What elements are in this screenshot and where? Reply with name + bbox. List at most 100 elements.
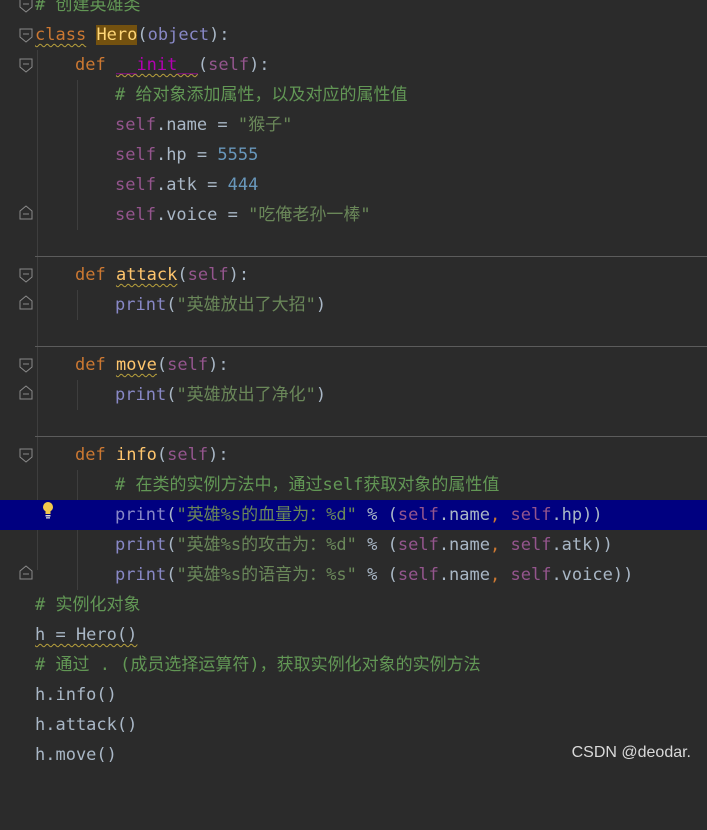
function-name: move	[115, 355, 157, 375]
fold-end-marker-icon[interactable]	[19, 205, 33, 220]
operator: % (	[356, 565, 398, 585]
method-separator	[35, 346, 707, 347]
string-literal: 的血量为：	[241, 505, 327, 525]
comment: # 实例化对象	[35, 595, 141, 615]
close-paren: ))	[582, 505, 603, 525]
function-name: info	[115, 445, 157, 465]
code-line[interactable]: # 在类的实例方法中，通过self获取对象的属性值	[0, 470, 707, 500]
code-line[interactable]: print("英雄%s的攻击为：%d" % (self.name, self.a…	[0, 530, 707, 560]
attribute: .atk	[155, 175, 197, 195]
attribute: .voice	[155, 205, 218, 225]
attribute: .name	[155, 115, 208, 135]
code-line[interactable]: # 给对象添加属性，以及对应的属性值	[0, 80, 707, 110]
code-line[interactable]: print("英雄放出了大招")	[0, 290, 707, 320]
code-line[interactable]: self.voice = "吃俺老孙一棒"	[0, 200, 707, 230]
keyword: def	[75, 355, 106, 375]
code-line[interactable]: self.name = "猴子"	[0, 110, 707, 140]
fold-marker-icon[interactable]	[19, 358, 33, 373]
string-literal: "猴子"	[237, 115, 293, 135]
code-line[interactable]: self.hp = 5555	[0, 140, 707, 170]
self-keyword: self	[397, 535, 439, 555]
string-literal: 的攻击为：	[241, 535, 327, 555]
fold-marker-icon[interactable]	[19, 28, 33, 43]
self-keyword: self	[510, 505, 552, 525]
fold-marker-icon[interactable]	[19, 58, 33, 73]
code-line[interactable]: print("英雄放出了净化")	[0, 380, 707, 410]
code-line[interactable]: # 通过 . (成员选择运算符)，获取实例化对象的实例方法	[0, 650, 707, 680]
self-keyword: self	[510, 535, 552, 555]
param: self	[167, 355, 209, 375]
fold-end-marker-icon[interactable]	[19, 295, 33, 310]
fold-marker-icon[interactable]	[19, 268, 33, 283]
string-literal: "英雄放出了净化"	[176, 385, 316, 405]
comma: ,	[490, 535, 511, 555]
param: self	[187, 265, 229, 285]
fold-marker-icon[interactable]	[19, 448, 33, 463]
builtin-function: print	[115, 385, 167, 405]
operator: % (	[356, 505, 398, 525]
string-literal: "	[346, 505, 357, 525]
code-line[interactable]: h = Hero()	[0, 620, 707, 650]
string-literal: "英雄	[176, 505, 221, 525]
attribute: .voice	[551, 565, 613, 585]
code-line[interactable]: h.info()	[0, 680, 707, 710]
attribute: .name	[438, 565, 490, 585]
self-keyword: self	[397, 505, 439, 525]
number-literal: 444	[227, 175, 259, 195]
format-spec: %s	[326, 565, 347, 585]
attribute: .hp	[551, 505, 583, 525]
code-line[interactable]: print("英雄%s的语音为：%s" % (self.name, self.v…	[0, 560, 707, 590]
method-separator	[35, 256, 707, 257]
attribute: .name	[438, 535, 490, 555]
attribute: .hp	[155, 145, 187, 165]
fold-end-marker-icon[interactable]	[19, 565, 33, 580]
code-line[interactable]: def __init__(self):	[0, 50, 707, 80]
keyword: def	[75, 445, 106, 465]
fold-marker-icon[interactable]	[19, 0, 33, 13]
format-spec: %d	[326, 505, 347, 525]
attribute: .name	[438, 505, 490, 525]
operator: =	[207, 115, 238, 135]
comment: # 给对象添加属性，以及对应的属性值	[115, 85, 408, 105]
comma: ,	[490, 565, 511, 585]
keyword: class	[35, 25, 87, 45]
statement: h.move()	[35, 745, 117, 765]
format-spec: %s	[220, 505, 242, 525]
comment: # 在类的实例方法中，通过self获取对象的属性值	[115, 475, 500, 495]
code-line[interactable]: def attack(self):	[0, 260, 707, 290]
code-line[interactable]: class Hero(object):	[0, 20, 707, 50]
builtin-function: print	[115, 565, 167, 585]
code-line[interactable]: def move(self):	[0, 350, 707, 380]
fold-end-marker-icon[interactable]	[19, 385, 33, 400]
operator: =	[217, 205, 249, 225]
format-spec: %s	[220, 535, 242, 555]
format-spec: %s	[220, 565, 242, 585]
code-line[interactable]: self.atk = 444	[0, 170, 707, 200]
statement: h.attack()	[35, 715, 138, 735]
comment: # 通过 . (成员选择运算符)，获取实例化对象的实例方法	[35, 655, 481, 675]
operator: % (	[356, 535, 398, 555]
comma: ,	[490, 505, 511, 525]
lightbulb-icon[interactable]	[41, 501, 55, 519]
self-keyword: self	[115, 145, 156, 165]
self-keyword: self	[397, 565, 439, 585]
builtin-function: print	[115, 535, 167, 555]
method-separator	[35, 436, 707, 437]
string-literal: "英雄	[176, 565, 221, 585]
class-name: Hero	[96, 25, 138, 45]
code-line[interactable]: # 创建英雄类	[0, 0, 707, 20]
string-literal: "英雄放出了大招"	[176, 295, 316, 315]
code-editor[interactable]: # 创建英雄类 class Hero(object): def __init__…	[0, 0, 707, 768]
code-line[interactable]: def info(self):	[0, 440, 707, 470]
self-keyword: self	[115, 175, 156, 195]
operator: =	[186, 145, 218, 165]
code-line[interactable]: # 实例化对象	[0, 590, 707, 620]
close-paren: ))	[592, 535, 613, 555]
base-class: object	[147, 25, 210, 45]
code-line[interactable]: h.attack()	[0, 710, 707, 740]
close-paren: ))	[612, 565, 634, 585]
watermark: CSDN @deodar.	[571, 744, 691, 761]
string-literal: "	[346, 565, 357, 585]
code-line-current[interactable]: print("英雄%s的血量为：%d" % (self.name, self.h…	[0, 500, 707, 530]
keyword: def	[75, 55, 106, 75]
